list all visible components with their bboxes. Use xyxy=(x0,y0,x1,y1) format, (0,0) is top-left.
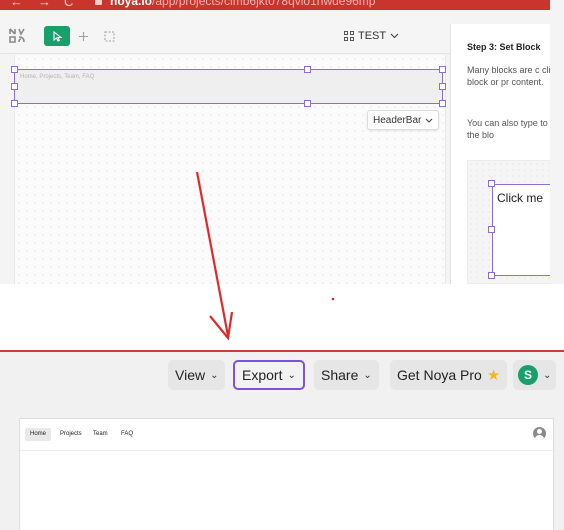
step-title: Step 3: Set Block xyxy=(467,42,541,52)
selected-header-block[interactable]: Home, Projects, Team, FAQ xyxy=(14,69,443,104)
resize-handle[interactable] xyxy=(11,66,18,73)
test-dropdown[interactable]: TEST xyxy=(340,25,403,47)
export-label: Export xyxy=(242,367,283,383)
grid-icon xyxy=(344,31,354,41)
block-type-dropdown[interactable]: HeaderBar xyxy=(367,110,440,130)
view-button[interactable]: View ⌄ xyxy=(168,360,226,390)
header-block-placeholder: Home, Projects, Team, FAQ xyxy=(20,74,95,80)
resize-handle[interactable] xyxy=(439,100,446,107)
add-tool-button[interactable] xyxy=(70,26,96,46)
resize-handle[interactable] xyxy=(439,83,446,90)
noya-logo-icon[interactable] xyxy=(8,26,26,44)
nav-item-team[interactable]: Team xyxy=(88,428,113,441)
account-menu-button[interactable]: S ⌄ xyxy=(513,360,557,390)
resize-handle[interactable] xyxy=(488,226,495,233)
resize-handle[interactable] xyxy=(304,100,311,107)
url-path: /app/projects/clmb6jkt078qvlo1nwde96mp xyxy=(152,0,376,8)
preview-header-bar: Home Projects Team FAQ xyxy=(20,419,553,451)
resize-handle[interactable] xyxy=(304,66,311,73)
region-tool-button[interactable] xyxy=(96,26,122,46)
nav-item-home[interactable]: Home xyxy=(25,428,52,441)
url-text[interactable]: noya.io/app/projects/clmb6jkt078qvlo1nwd… xyxy=(110,0,375,8)
lock-icon xyxy=(95,0,102,5)
browser-address-bar: ← → C noya.io/app/projects/clmb6jkt078qv… xyxy=(0,0,550,10)
resize-handle[interactable] xyxy=(488,272,495,279)
app-header-region: View ⌄ Export ⌄ Share ⌄ Get Noya Pro ★ S… xyxy=(0,352,564,530)
view-label: View xyxy=(175,367,206,383)
editor-screenshot: ← → C noya.io/app/projects/clmb6jkt078qv… xyxy=(0,0,564,284)
avatar: S xyxy=(518,365,538,385)
forward-icon[interactable]: → xyxy=(38,0,51,9)
chevron-down-icon: ⌄ xyxy=(210,369,219,381)
dashed-rect-icon xyxy=(104,31,114,41)
nav-item-faq[interactable]: FAQ xyxy=(116,428,138,441)
editor-toolbar: TEST xyxy=(0,16,450,54)
back-icon[interactable]: ← xyxy=(10,0,23,9)
step-paragraph: Many blocks are c click a block or pr co… xyxy=(467,65,550,87)
get-pro-button[interactable]: Get Noya Pro ★ xyxy=(390,360,508,390)
plus-icon xyxy=(78,31,88,41)
test-dropdown-label: TEST xyxy=(358,30,387,42)
annotation-area xyxy=(0,284,564,350)
page-preview: Home Projects Team FAQ xyxy=(19,418,554,530)
tutorial-click-block[interactable]: Click me xyxy=(492,184,550,276)
resize-handle[interactable] xyxy=(11,100,18,107)
get-pro-label: Get Noya Pro xyxy=(397,367,482,383)
user-icon[interactable] xyxy=(533,427,546,440)
share-button[interactable]: Share ⌄ xyxy=(314,360,379,390)
chevron-down-icon: ⌄ xyxy=(543,369,552,381)
tutorial-side-panel: Step 3: Set Block Many blocks are c clic… xyxy=(450,24,550,284)
pointer-tool-button[interactable] xyxy=(44,26,70,46)
step-paragraph: You can also type to change the blo xyxy=(467,118,550,140)
share-label: Share xyxy=(321,367,359,383)
export-button[interactable]: Export ⌄ xyxy=(233,360,305,390)
nav-item-projects[interactable]: Projects xyxy=(55,428,87,441)
resize-handle[interactable] xyxy=(488,180,495,187)
chevron-down-icon: ⌄ xyxy=(287,369,296,381)
star-icon: ★ xyxy=(486,367,501,384)
chevron-down-icon xyxy=(425,118,433,123)
chevron-down-icon xyxy=(390,33,399,39)
chevron-down-icon: ⌄ xyxy=(363,369,372,381)
resize-handle[interactable] xyxy=(11,83,18,90)
block-type-label: HeaderBar xyxy=(373,114,422,126)
resize-handle[interactable] xyxy=(439,66,446,73)
reload-icon[interactable]: C xyxy=(64,0,73,9)
pointer-icon xyxy=(52,30,63,42)
url-domain: noya.io xyxy=(110,0,153,8)
click-block-label: Click me xyxy=(497,191,544,205)
